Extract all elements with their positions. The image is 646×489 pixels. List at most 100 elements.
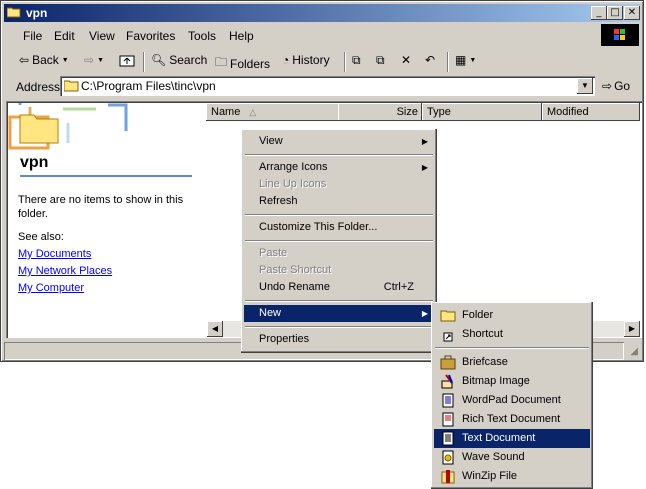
menu-help[interactable]: Help [229,29,254,43]
folder-icon [7,7,21,18]
menu-tools[interactable]: Tools [188,29,216,43]
folders-button[interactable]: 🗀 Folders [215,53,270,74]
rtf-label: Rich Text Document [462,413,561,425]
menu-separator [245,326,433,328]
menu-favorites[interactable]: Favorites [126,29,175,43]
new-submenu: Folder Shortcut Briefcase Bitmap Image W… [431,302,593,489]
column-header-type[interactable]: Type [422,103,542,121]
text-document-icon [442,431,454,446]
menu-item-view[interactable]: View ▶ [244,133,434,150]
up-folder-button[interactable] [119,53,135,67]
submenu-arrow-icon: ▶ [421,137,428,146]
winzip-icon [441,470,455,484]
menu-bar: File Edit View Favorites Tools Help [4,25,640,47]
column-header-size[interactable]: Size [338,103,422,121]
briefcase-label: Briefcase [462,356,508,368]
go-label: Go [614,79,631,93]
sort-ascending-icon: △ [249,107,257,117]
menu-item-arrange-icons[interactable]: Arrange Icons ▶ [244,159,434,176]
maximize-button[interactable]: □ [607,6,623,20]
history-label: History [292,53,330,67]
folder-title: vpn [20,154,49,171]
bitmap-label: Bitmap Image [462,375,530,387]
delete-button[interactable]: ✕ [401,53,411,67]
wordpad-label: WordPad Document [462,394,561,406]
back-arrow-icon: ⇦ [19,53,30,67]
new-briefcase-item[interactable]: Briefcase [434,353,590,372]
menu-item-customize[interactable]: Customize This Folder... [244,219,434,236]
back-button[interactable]: ⇦ Back ▼ [19,53,69,67]
link-my-network-places[interactable]: My Network Places [18,265,112,277]
menu-view[interactable]: View [89,29,115,43]
address-field[interactable]: C:\Program Files\tinc\vpn ▼ [60,76,595,96]
toolbar: ⇦ Back ▼ ⇨ ▼ 🔍︎ Search 🗀 Folders ◔ Histo… [4,49,640,74]
minimize-button[interactable]: _ [591,6,607,20]
new-rtf-item[interactable]: Rich Text Document [434,410,590,429]
rich-text-icon [442,412,454,427]
forward-arrow-icon: ⇨ [84,53,95,67]
menu-file[interactable]: File [23,29,42,43]
column-type-label: Type [427,106,451,118]
column-header-modified[interactable]: Modified [542,103,640,121]
new-shortcut-item[interactable]: Shortcut [434,325,590,344]
menu-separator [435,347,589,349]
menu-edit[interactable]: Edit [54,29,75,43]
new-winzip-item[interactable]: WinZip File [434,467,590,486]
new-text-document-item[interactable]: Text Document [434,429,590,448]
empty-folder-message: There are no items to show in this folde… [18,194,184,220]
briefcase-icon [440,355,456,370]
menu-item-properties[interactable]: Properties [244,331,434,348]
link-my-documents[interactable]: My Documents [18,248,91,260]
move-to-button[interactable]: ⧉ [352,53,361,68]
new-folder-item[interactable]: Folder [434,306,590,325]
undo-button[interactable]: ↶ [425,53,435,67]
copy-to-button[interactable]: ⧉ [376,53,385,68]
wave-sound-label: Wave Sound [462,451,525,463]
new-bitmap-item[interactable]: Bitmap Image [434,372,590,391]
link-my-computer[interactable]: My Computer [18,282,84,294]
submenu-arrow-icon: ▶ [421,163,428,172]
forward-button[interactable]: ⇨ ▼ [84,53,104,67]
views-button[interactable]: ▦ ▼ [455,53,476,67]
paint-icon [441,374,453,389]
folders-icon: 🗀 [215,55,228,69]
menu-item-new[interactable]: New ▶ [244,305,434,322]
paste-shortcut-label: Paste Shortcut [259,264,332,276]
up-folder-icon [119,55,135,67]
sound-icon [442,450,454,465]
menu-item-refresh[interactable]: Refresh [244,193,434,210]
history-icon: ◔ [282,53,290,67]
window-title: vpn [26,6,48,20]
chevron-down-icon: ▼ [469,56,477,64]
go-button[interactable]: ⇨ Go [602,79,630,93]
text-document-label: Text Document [462,432,536,444]
search-button[interactable]: 🔍︎ Search [151,53,207,67]
menu-item-undo-rename[interactable]: Undo Rename Ctrl+Z [244,279,434,296]
views-icon: ▦ [455,53,467,67]
toolbar-separator [143,52,145,72]
scroll-left-button[interactable]: ◀ [207,321,223,337]
new-wave-sound-item[interactable]: Wave Sound [434,448,590,467]
wordpad-icon [442,393,454,408]
address-dropdown-button[interactable]: ▼ [577,78,593,94]
windows-logo [601,24,639,46]
go-arrow-icon: ⇨ [602,79,613,93]
submenu-arrow-icon: ▶ [421,309,428,318]
shortcut-label: Shortcut [462,328,503,340]
undo-icon: ↶ [425,53,436,67]
column-size-label: Size [396,106,418,118]
line-up-icons-label: Line Up Icons [259,178,327,190]
close-button[interactable]: ✕ [624,6,640,20]
properties-label: Properties [259,333,310,345]
title-bar[interactable]: vpn _ □ ✕ [4,4,640,22]
scroll-right-button[interactable]: ▶ [624,321,640,337]
history-button[interactable]: ◔ History [282,53,330,67]
new-wordpad-item[interactable]: WordPad Document [434,391,590,410]
menu-separator [245,154,433,156]
resize-grip-icon[interactable]: ◢ [630,346,638,357]
refresh-label: Refresh [259,195,298,207]
shortcut-icon [443,332,453,342]
view-label: View [259,135,283,147]
menu-separator [245,300,433,302]
address-label: Address [16,80,61,94]
